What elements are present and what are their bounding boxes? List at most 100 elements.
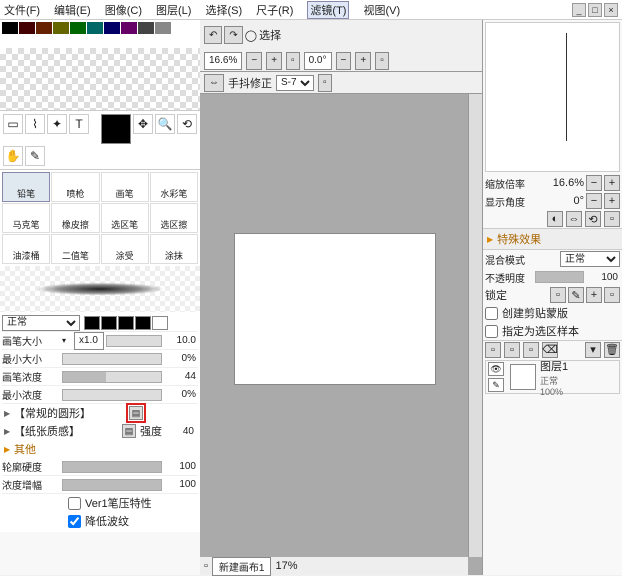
lock-btn-3[interactable]: +	[586, 287, 602, 303]
sel-source-checkbox[interactable]	[485, 325, 498, 338]
lock-btn-4[interactable]: ▫	[604, 287, 620, 303]
layer-visible-icon[interactable]: 👁	[488, 362, 504, 376]
undo-button[interactable]: ↶	[204, 26, 222, 44]
tool-eyedropper[interactable]: ✎	[25, 146, 45, 166]
size-mult[interactable]: x1.0	[74, 332, 104, 350]
size-slider[interactable]	[106, 335, 162, 347]
nav-b3[interactable]: ⟲	[585, 211, 601, 227]
tool-rotate[interactable]: ⟲	[177, 114, 197, 134]
brush-sel-eraser[interactable]: 选区擦	[150, 203, 198, 233]
pen-pressure-checkbox[interactable]	[68, 497, 81, 510]
other-expand[interactable]: ▶	[4, 445, 14, 454]
tool-rect-select[interactable]: ▭	[3, 114, 23, 134]
zoom-out[interactable]: −	[246, 52, 262, 70]
layer-blend-select[interactable]: 正常	[560, 251, 620, 267]
angle-reset[interactable]: ▫	[375, 52, 389, 70]
mode-aa-3[interactable]	[118, 316, 134, 330]
close-button[interactable]: ×	[604, 3, 618, 17]
density-slider[interactable]	[62, 371, 162, 383]
lock-btn-1[interactable]: ▫	[550, 287, 566, 303]
lock-btn-2[interactable]: ✎	[568, 287, 584, 303]
texture-settings-button[interactable]: ▤	[122, 424, 136, 438]
menu-filter[interactable]: 滤镜(T)	[307, 1, 349, 19]
angle-inc[interactable]: +	[355, 52, 371, 70]
opacity-slider[interactable]	[535, 271, 585, 283]
menu-image[interactable]: 图像(C)	[105, 2, 142, 18]
angle-dec[interactable]: −	[336, 52, 352, 70]
layer-new[interactable]: ▫	[485, 342, 501, 358]
brush-pencil[interactable]: 铅笔	[2, 172, 50, 202]
size-menu[interactable]: ▾	[62, 336, 72, 345]
brush-watercolor[interactable]: 水彩笔	[150, 172, 198, 202]
brush-sel-pen[interactable]: 选区笔	[101, 203, 149, 233]
mode-aa-1[interactable]	[84, 316, 100, 330]
maximize-button[interactable]: □	[588, 3, 602, 17]
zoom-input[interactable]: 16.6%	[204, 52, 242, 70]
layer-delete[interactable]: 🗑	[604, 342, 620, 358]
menu-ruler[interactable]: 尺子(R)	[256, 2, 293, 18]
min-size-slider[interactable]	[62, 353, 162, 365]
menu-view[interactable]: 视图(V)	[363, 2, 400, 18]
scrollbar-vertical[interactable]	[468, 94, 482, 557]
navigator-preview[interactable]	[485, 22, 620, 172]
mode-aa-5[interactable]	[152, 316, 168, 330]
tool-text[interactable]: T	[69, 114, 89, 134]
brush-blur2[interactable]: 涂抹	[150, 234, 198, 264]
nav-zoom-out[interactable]: −	[586, 175, 602, 191]
canvas[interactable]	[235, 234, 435, 384]
brush-blur1[interactable]: 涂受	[101, 234, 149, 264]
angle-input[interactable]: 0.0°	[304, 52, 332, 70]
menu-edit[interactable]: 编辑(E)	[54, 2, 91, 18]
brush-bucket[interactable]: 油漆桶	[2, 234, 50, 264]
tool-wand[interactable]: ✦	[47, 114, 67, 134]
edge-slider[interactable]	[62, 461, 162, 473]
brush-brush[interactable]: 画笔	[101, 172, 149, 202]
stabilizer-select[interactable]: S-7	[276, 75, 314, 91]
layer-edit-icon[interactable]: ✎	[488, 378, 504, 392]
brush-binary[interactable]: 二值笔	[51, 234, 99, 264]
layer-new-folder[interactable]: ▫	[504, 342, 520, 358]
dens-gain-slider[interactable]	[62, 479, 162, 491]
nav-b4[interactable]: ▫	[604, 211, 620, 227]
blend-mode-select[interactable]: 正常	[2, 315, 80, 331]
document-tab[interactable]: 新建画布1	[212, 557, 272, 576]
mode-aa-4[interactable]	[135, 316, 151, 330]
brush-marker[interactable]: 马克笔	[2, 203, 50, 233]
nav-angle-dec[interactable]: −	[586, 193, 602, 209]
brush-eraser[interactable]: 橡皮擦	[51, 203, 99, 233]
minimize-button[interactable]: _	[572, 3, 586, 17]
brush-airbrush[interactable]: 喷枪	[51, 172, 99, 202]
nav-b2[interactable]: ⇔	[566, 211, 582, 227]
nav-angle-inc[interactable]: +	[604, 193, 620, 209]
tool-hand[interactable]: ✋	[3, 146, 23, 166]
zoom-in[interactable]: +	[266, 52, 282, 70]
menu-select[interactable]: 选择(S)	[205, 2, 242, 18]
layer-clear[interactable]: ⌫	[542, 342, 558, 358]
nav-b1[interactable]: ◐	[547, 211, 563, 227]
tool-lasso[interactable]: ⌇	[25, 114, 45, 134]
color-swatches[interactable]	[0, 20, 200, 48]
min-density-slider[interactable]	[62, 389, 162, 401]
layer-thumbnail[interactable]	[510, 364, 536, 390]
clip-checkbox[interactable]	[485, 307, 498, 320]
stab-settings[interactable]: ▫	[318, 74, 332, 92]
menu-layer[interactable]: 图层(L)	[156, 2, 191, 18]
redo-button[interactable]: ↷	[224, 26, 242, 44]
layer-merge[interactable]: ▾	[585, 342, 601, 358]
color-area[interactable]	[0, 48, 200, 110]
nav-zoom-in[interactable]: +	[604, 175, 620, 191]
fx-expand[interactable]: ▶	[487, 235, 493, 244]
texture-expand[interactable]: ▶	[4, 427, 14, 436]
flip-h[interactable]: ⇔	[204, 74, 224, 92]
shape-settings-button[interactable]: ▤	[129, 406, 143, 420]
shape-expand[interactable]: ▶	[4, 409, 14, 418]
layer-row[interactable]: 👁✎ 图层1 正常 100%	[485, 360, 620, 394]
zoom-fit[interactable]: ▫	[286, 52, 300, 70]
tool-zoom[interactable]: 🔍	[155, 114, 175, 134]
reduce-noise-checkbox[interactable]	[68, 515, 81, 528]
menu-file[interactable]: 文件(F)	[4, 2, 40, 18]
layer-mask[interactable]: ▫	[523, 342, 539, 358]
mode-aa-2[interactable]	[101, 316, 117, 330]
foreground-color[interactable]	[101, 114, 131, 144]
tool-move[interactable]: ✥	[133, 114, 153, 134]
